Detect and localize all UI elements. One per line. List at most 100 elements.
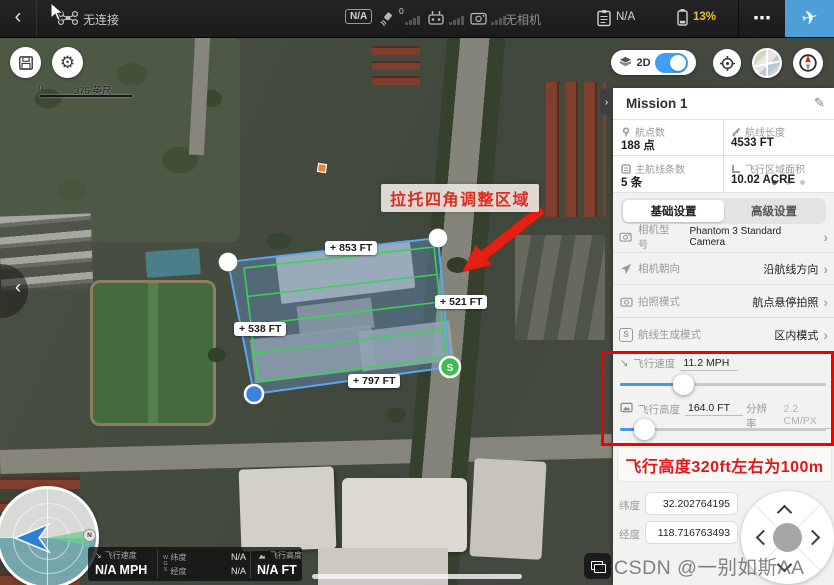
tutorial-callout: 拉托四角调整区域 (381, 184, 539, 212)
flight-speed-label: 飞行速度 (633, 356, 675, 371)
locate-me-button[interactable] (713, 49, 741, 77)
chevron-right-icon: › (823, 294, 828, 310)
edge-length-left[interactable]: + 538 FT (234, 322, 286, 336)
setting-row-camera-heading[interactable]: 相机朝向 沿航线方向 › (619, 253, 828, 284)
latitude-input[interactable]: 32.202764195 (645, 492, 738, 515)
area-icon (731, 164, 741, 174)
altitude-slider-knob[interactable] (634, 419, 655, 440)
heading-icon (619, 262, 633, 276)
telemetry-lat-label: 纬度 (171, 552, 187, 563)
stat-value: 5 条 (621, 174, 642, 190)
flight-altitude-input[interactable]: 164.0 FT (685, 402, 743, 416)
panel-collapse-tab[interactable]: › (600, 89, 613, 115)
page-dot[interactable] (800, 180, 805, 185)
gear-icon: ⚙ (60, 54, 75, 71)
back-button[interactable]: ‹ (0, 0, 37, 37)
mode-toggle[interactable] (655, 53, 688, 73)
stat-value: 4533 FT (731, 137, 774, 149)
home-indicator[interactable] (312, 574, 522, 579)
chevron-right-icon: › (823, 261, 828, 277)
takeoff-button[interactable]: ✈ (785, 0, 834, 37)
flight-speed-icon: ↘ (620, 358, 628, 369)
edge-length-value: 797 FT (362, 375, 395, 387)
route-mode-icon: S (619, 328, 633, 342)
compass-icon (797, 52, 819, 74)
dpad-up-button[interactable] (777, 505, 793, 521)
map-layers-button[interactable] (584, 553, 611, 579)
camera-status-text: 无相机 (505, 11, 541, 28)
telemetry-speed-label: 飞行速度 (105, 550, 137, 561)
drone-mission-app: S + 853 FT + 521 FT + 538 FT + 797 FT 拉托… (0, 0, 834, 585)
battery-percent: 13% (693, 11, 716, 23)
edge-length-value: 521 FT (449, 296, 482, 308)
longitude-label: 经度 (619, 527, 640, 542)
telemetry-lon-label: 经度 (171, 566, 187, 577)
edit-mission-icon[interactable]: ✎ (814, 95, 825, 111)
chevron-right-icon: › (823, 327, 828, 343)
layers-icon (619, 56, 632, 69)
mission-settings-button[interactable]: ⚙ (52, 47, 83, 78)
save-icon (18, 55, 34, 71)
edge-length-right[interactable]: + 521 FT (435, 295, 487, 309)
back-icon: ‹ (15, 5, 22, 29)
more-menu-button[interactable]: ⋯ (739, 0, 785, 37)
connection-status: 无连接 (83, 11, 119, 28)
latitude-label: 纬度 (619, 498, 640, 513)
satellite-signal-bars (405, 14, 420, 25)
drawer-chevron-icon: ‹ (15, 277, 21, 298)
compass-button[interactable] (793, 48, 823, 78)
altitude-icon (257, 552, 267, 560)
dpad-center-button[interactable] (773, 523, 802, 552)
satellite-icon (379, 10, 396, 26)
speed-slider-knob[interactable] (673, 374, 694, 395)
setting-value: 航点悬停拍照 (752, 294, 818, 310)
move-handle-icon: + (353, 375, 359, 387)
setting-label: 相机型号 (638, 222, 680, 252)
telemetry-lon-value: N/A (231, 566, 246, 576)
move-handle-icon: + (330, 242, 336, 254)
edge-length-value: 538 FT (248, 323, 281, 335)
top-status-bar: ‹ 无连接 N/A 0 无相机 (0, 0, 834, 38)
map-mode-pill[interactable]: 2D (611, 50, 696, 75)
setting-row-camera-model[interactable]: 相机型号 Phantom 3 Standard Camera › (619, 221, 828, 252)
setting-row-route-mode[interactable]: S 航线生成模式 区内模式 › (619, 319, 828, 350)
flight-altitude-icon (620, 400, 633, 418)
map-mode-label: 2D (636, 57, 650, 69)
minimap-button[interactable] (752, 48, 782, 78)
flight-altitude-label: 飞行高度 (638, 402, 680, 417)
save-mission-button[interactable] (10, 47, 41, 78)
altitude-note: 飞行高度320ft左右为100m (617, 447, 832, 482)
setting-label: 航线生成模式 (638, 327, 701, 342)
rc-signal-bars (449, 14, 464, 25)
edge-length-bottom[interactable]: + 797 FT (348, 374, 400, 388)
dpad-left-button[interactable] (756, 530, 772, 546)
camera-icon (619, 230, 633, 244)
tab-basic-settings[interactable]: 基础设置 (623, 200, 724, 222)
camera-status-icon (470, 11, 487, 25)
edge-length-value: 853 FT (339, 242, 372, 254)
resolution-value: 2.2 CM/PX (780, 403, 834, 429)
setting-row-photo-mode[interactable]: 拍照模式 航点悬停拍照 › (619, 286, 828, 317)
panel-collapse-icon: › (605, 97, 608, 108)
tab-advanced-settings[interactable]: 高级设置 (724, 200, 824, 222)
stat-value: 10.02 ACRE (731, 174, 795, 186)
telemetry-alt-label: 飞行高度 (270, 550, 302, 561)
setting-value: Phantom 3 Standard Camera (689, 226, 818, 248)
longitude-input[interactable]: 118.716763493 (645, 521, 738, 544)
chevron-right-icon: › (823, 229, 828, 245)
route-length-icon (731, 127, 741, 137)
aircraft-arrow-icon (13, 522, 53, 554)
setting-value: 沿航线方向 (763, 261, 818, 277)
flight-speed-input[interactable]: 11.2 MPH (680, 357, 738, 371)
resolution-label: 分辨率 (746, 401, 775, 431)
remote-controller-icon (427, 10, 445, 26)
stat-label: 主航线条数 (635, 161, 685, 176)
more-icon: ⋯ (753, 8, 771, 29)
checklist-value: N/A (616, 11, 635, 23)
dpad-right-button[interactable] (805, 530, 821, 546)
locate-icon (719, 55, 736, 72)
setting-value: 区内模式 (774, 327, 818, 343)
edge-length-top[interactable]: + 853 FT (325, 241, 377, 255)
attitude-compass: N (0, 486, 99, 585)
telemetry-bar: ↘ 飞行速度 N/A MPH WGS 纬度 N/A 经度 N/A (88, 547, 302, 581)
